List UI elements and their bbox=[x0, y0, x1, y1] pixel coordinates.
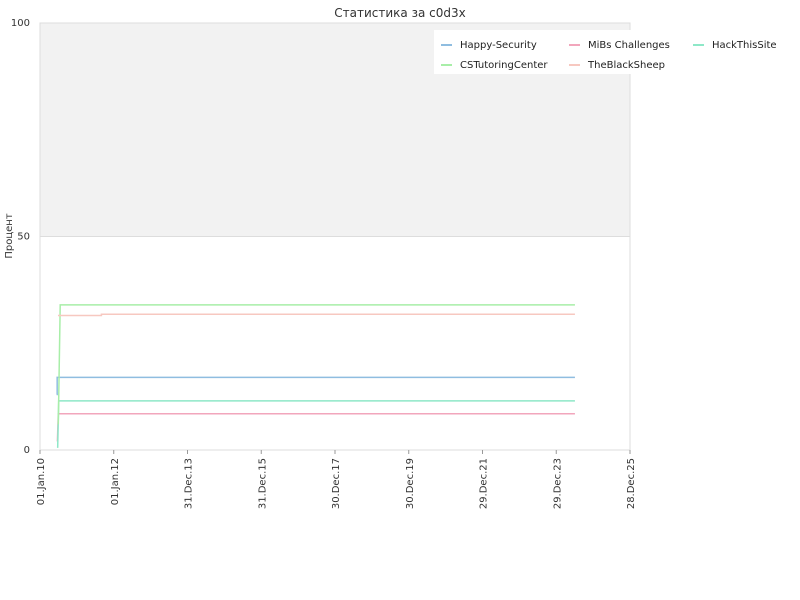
chart-title: Статистика за c0d3x bbox=[334, 6, 465, 20]
x-tick-label: 30.Dec.19 bbox=[405, 458, 416, 509]
x-tick-label: 29.Dec.21 bbox=[479, 458, 490, 509]
plot-background-lower bbox=[40, 237, 630, 450]
x-axis-ticks: 01.Jan.10 01.Jan.12 31.Dec.13 31.Dec.15 30.D… bbox=[36, 450, 637, 509]
chart: 0 50 100 01.Jan.10 01.Jan.12 31.Dec.13 31.Dec… bbox=[4, 6, 782, 509]
y-tick-label: 50 bbox=[17, 232, 30, 243]
legend-label: CSTutoringCenter bbox=[460, 60, 548, 71]
legend: Happy-Security MiBs Challenges HackThisSit… bbox=[434, 30, 782, 74]
y-tick-label: 100 bbox=[11, 18, 30, 29]
y-tick-label: 0 bbox=[24, 445, 30, 456]
x-tick-label: 01.Jan.10 bbox=[36, 458, 47, 505]
legend-label: MiBs Challenges bbox=[588, 40, 670, 51]
legend-label: Happy-Security bbox=[460, 40, 537, 51]
x-tick-label: 30.Dec.17 bbox=[331, 458, 342, 509]
legend-label: HackThisSite bbox=[712, 40, 777, 51]
x-tick-label: 31.Dec.15 bbox=[257, 458, 268, 509]
x-tick-label: 01.Jan.12 bbox=[110, 458, 121, 505]
x-tick-label: 29.Dec.23 bbox=[552, 458, 563, 509]
x-tick-label: 31.Dec.13 bbox=[184, 458, 195, 509]
legend-label: TheBlackSheep bbox=[587, 60, 665, 71]
x-tick-label: 28.Dec.25 bbox=[626, 458, 637, 509]
y-axis-label: Процент bbox=[4, 213, 15, 258]
